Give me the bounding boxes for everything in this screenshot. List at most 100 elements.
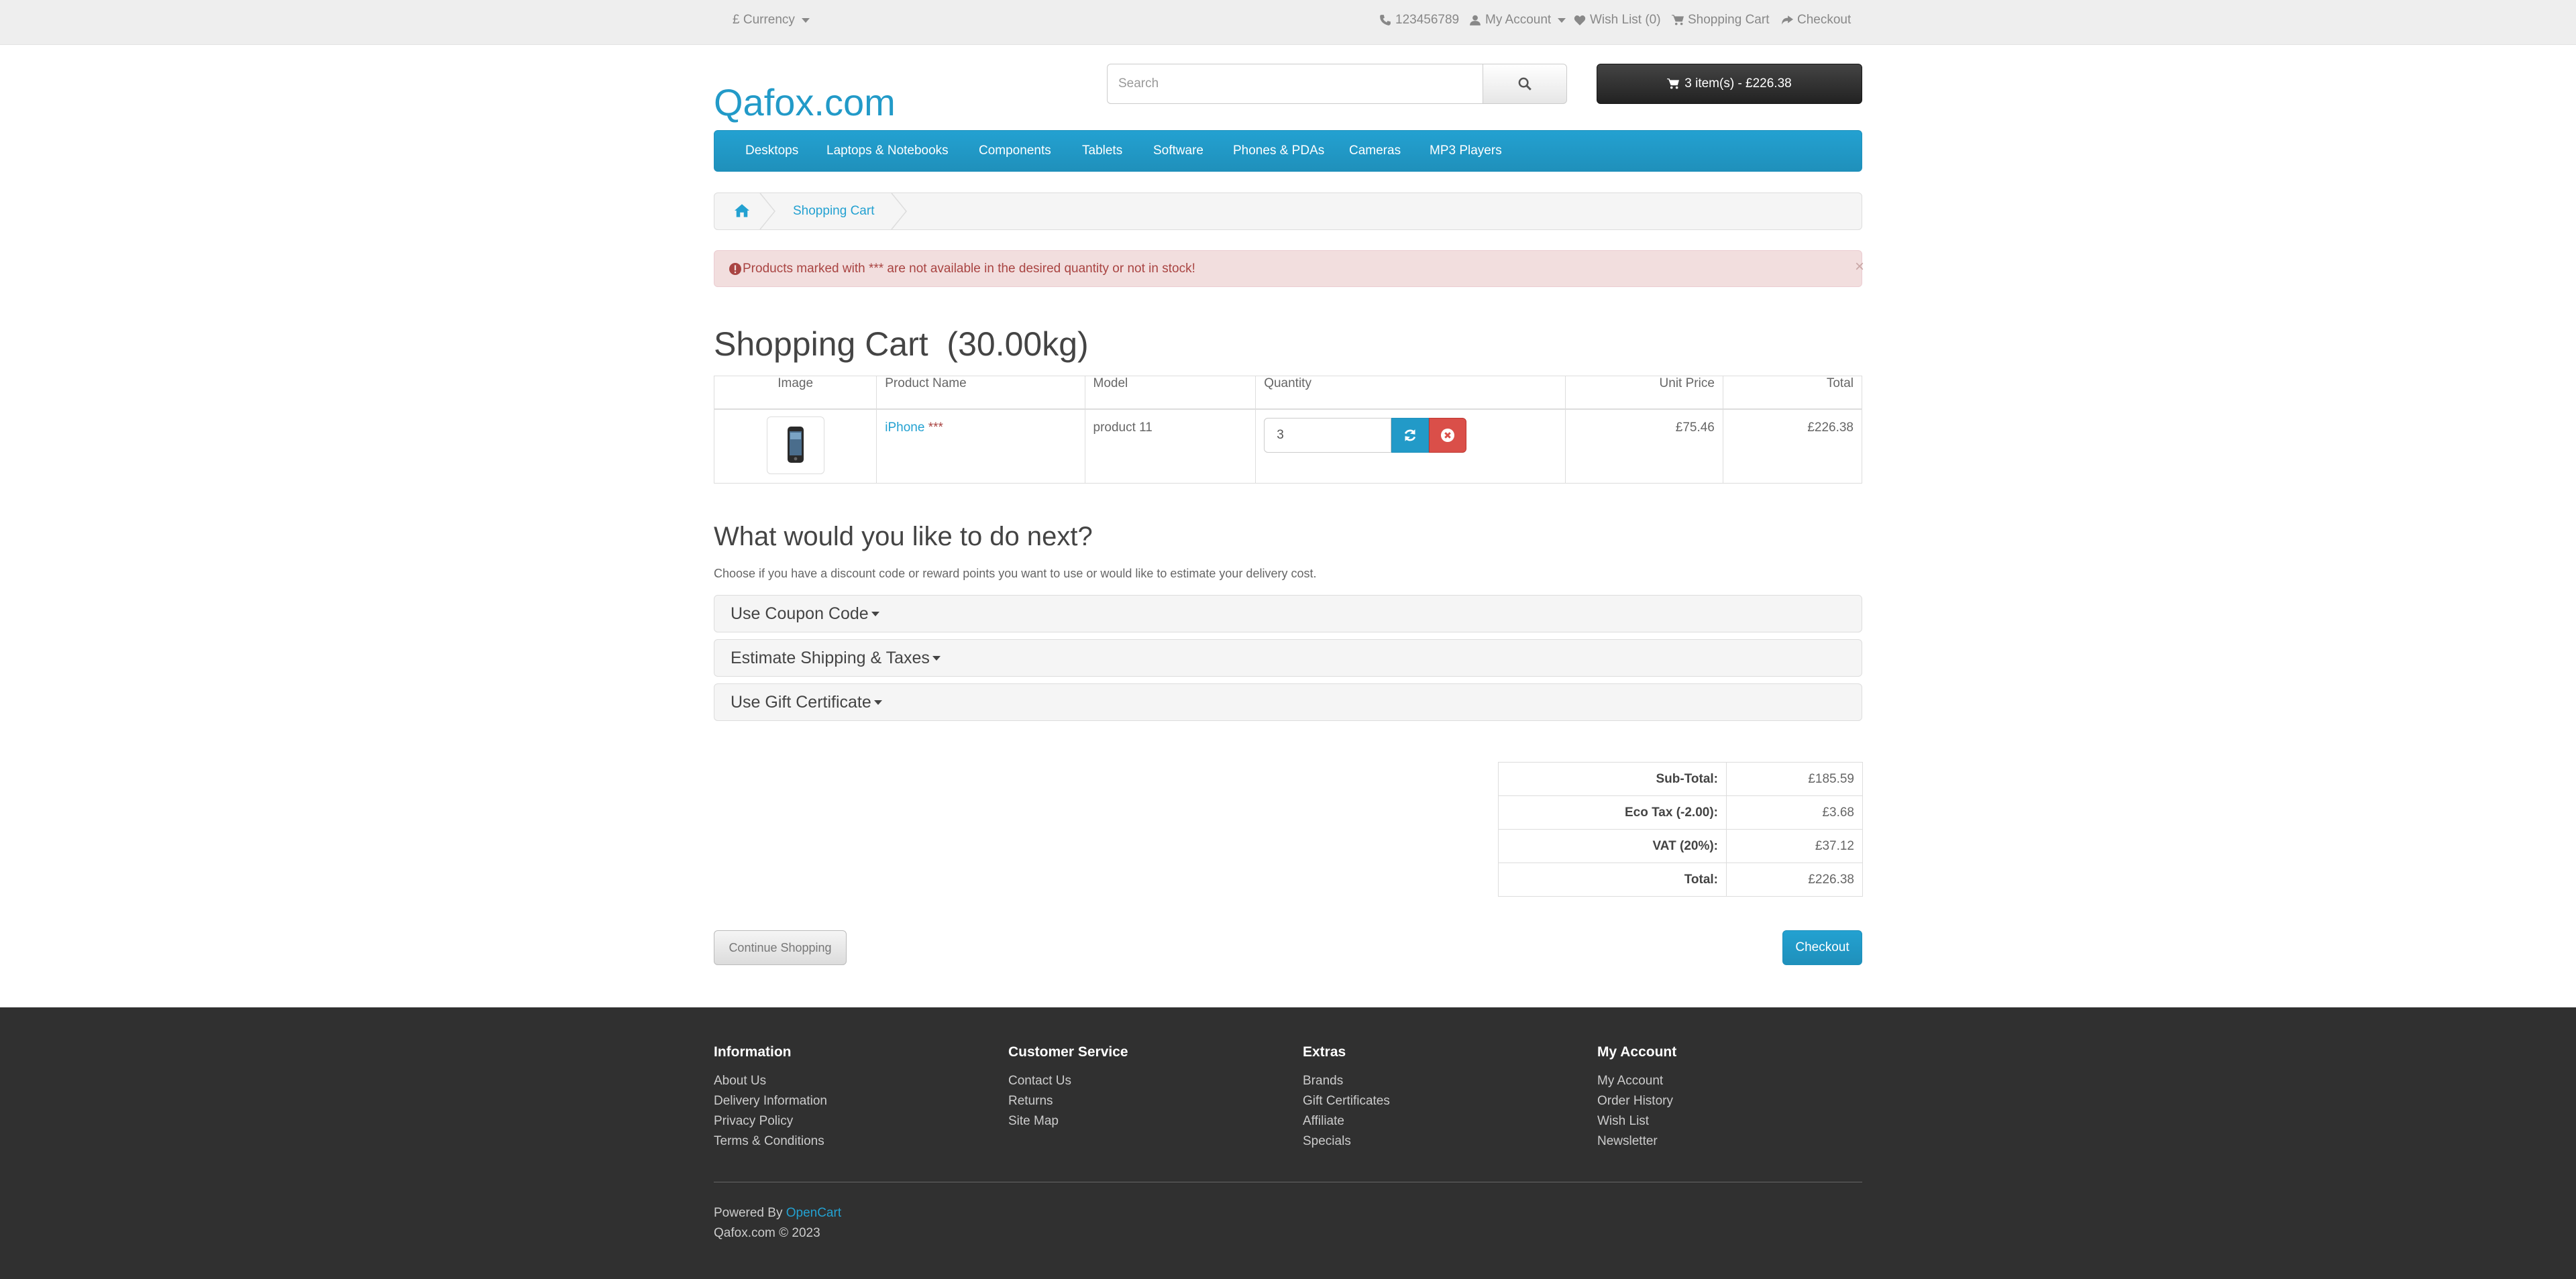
product-image-cell [713,408,877,484]
unit-price-cell: £75.46 [1564,408,1723,484]
cart-icon [1672,15,1684,25]
menu-item-desktops[interactable]: Desktops [745,144,798,158]
phone-label: 123456789 [1395,13,1460,27]
search-icon [1518,77,1532,91]
main-menu: Desktops Laptops & Notebooks Components … [714,130,1862,172]
remove-item-button[interactable] [1429,418,1467,453]
shipping-panel[interactable]: Estimate Shipping & Taxes [714,639,1862,677]
caret-down-icon [932,656,941,661]
shipping-panel-title[interactable]: Estimate Shipping & Taxes [731,649,941,668]
refresh-icon [1405,429,1416,441]
subtotal-row: Sub-Total: £185.59 [1498,762,1863,796]
vat-value: £37.12 [1726,829,1863,863]
gift-certificate-panel[interactable]: Use Gift Certificate [714,683,1862,721]
coupon-panel-title[interactable]: Use Coupon Code [731,604,879,624]
next-steps-title: What would you like to do next? [714,522,1093,551]
column-header-total: Total [1722,376,1863,410]
heart-icon [1574,15,1586,25]
model-cell: product 11 [1084,408,1256,484]
eco-tax-row: Eco Tax (-2.00): £3.68 [1498,795,1863,830]
subtotal-label: Sub-Total: [1498,762,1727,796]
next-steps-description: Choose if you have a discount code or re… [714,567,1317,580]
menu-item-mp3[interactable]: MP3 Players [1430,144,1502,158]
footer-link-privacy-policy[interactable]: Privacy Policy [714,1111,827,1131]
phone-link[interactable]: 123456789 [1379,13,1459,27]
stock-alert: Products marked with *** are not availab… [714,250,1864,287]
quantity-cell [1255,408,1566,484]
footer-link-gift-certificates[interactable]: Gift Certificates [1303,1091,1390,1111]
grand-total-value: £226.38 [1726,863,1863,897]
footer-link-contact-us[interactable]: Contact Us [1008,1071,1128,1091]
quantity-input[interactable] [1264,418,1392,453]
menu-item-laptops[interactable]: Laptops & Notebooks [826,144,949,158]
footer-link-terms[interactable]: Terms & Conditions [714,1131,827,1152]
shopping-cart-label: Shopping Cart [1688,13,1770,27]
user-icon [1470,15,1481,25]
grand-total-label: Total: [1498,863,1727,897]
site-logo[interactable]: Qafox.com [714,80,896,124]
wishlist-label: Wish List (0) [1590,13,1661,27]
share-icon [1782,15,1793,25]
footer-link-specials[interactable]: Specials [1303,1131,1390,1152]
top-bar: £ Currency 123456789 My Account Wish Lis… [0,0,2576,45]
footer-link-brands[interactable]: Brands [1303,1071,1390,1091]
footer-heading: Information [714,1044,792,1060]
page-title: Shopping Cart (30.00kg) [714,325,1089,363]
alert-close-button[interactable]: × [1855,258,1864,276]
update-quantity-button[interactable] [1391,418,1430,453]
search-input[interactable] [1107,64,1483,104]
table-header-row: Image Product Name Model Quantity Unit P… [713,376,1863,410]
breadcrumb-shopping-cart[interactable]: Shopping Cart [793,204,874,219]
caret-down-icon [871,612,879,616]
footer-link-affiliate[interactable]: Affiliate [1303,1111,1390,1131]
footer-link-returns[interactable]: Returns [1008,1091,1128,1111]
currency-dropdown[interactable]: £ Currency [733,13,810,27]
product-name-link[interactable]: iPhone [885,421,924,435]
alert-message: Products marked with *** are not availab… [743,262,1195,276]
footer-link-site-map[interactable]: Site Map [1008,1111,1128,1131]
stock-flag: *** [928,421,943,435]
home-icon [735,204,749,217]
my-account-label: My Account [1485,13,1552,27]
menu-item-cameras[interactable]: Cameras [1349,144,1401,158]
checkout-button[interactable]: Checkout [1782,930,1862,965]
caret-down-icon [1558,17,1566,23]
currency-label: £ Currency [733,13,795,27]
menu-item-phones[interactable]: Phones & PDAs [1233,144,1324,158]
column-header-image: Image [713,376,877,410]
powered-by: Powered By OpenCart [714,1206,841,1221]
footer-column-information: Information About Us Delivery Informatio… [714,1044,827,1152]
footer-link-order-history[interactable]: Order History [1597,1091,1676,1111]
caret-down-icon [801,17,810,23]
footer-link-my-account[interactable]: My Account [1597,1071,1676,1091]
checkout-link[interactable]: Checkout [1781,13,1851,27]
footer-link-newsletter[interactable]: Newsletter [1597,1131,1676,1152]
gift-certificate-panel-title[interactable]: Use Gift Certificate [731,693,882,712]
coupon-panel[interactable]: Use Coupon Code [714,595,1862,632]
cart-table: Image Product Name Model Quantity Unit P… [713,376,1863,484]
footer-link-wish-list[interactable]: Wish List [1597,1111,1676,1131]
column-header-unit-price: Unit Price [1564,376,1723,410]
cart-total-label: 3 item(s) - £226.38 [1684,76,1792,91]
cart-total-button[interactable]: 3 item(s) - £226.38 [1597,64,1862,104]
subtotal-value: £185.59 [1726,762,1863,796]
caret-down-icon [873,700,882,705]
menu-item-components[interactable]: Components [979,144,1051,158]
column-header-quantity: Quantity [1255,376,1566,410]
wishlist-link[interactable]: Wish List (0) [1574,13,1661,27]
breadcrumb-home[interactable] [735,204,749,221]
phone-icon [1380,15,1391,25]
opencart-link[interactable]: OpenCart [786,1206,841,1220]
footer-link-delivery-information[interactable]: Delivery Information [714,1091,827,1111]
search-button[interactable] [1483,64,1567,104]
product-thumbnail[interactable] [766,416,824,474]
column-header-product-name: Product Name [876,376,1085,410]
vat-label: VAT (20%): [1498,829,1727,863]
vat-row: VAT (20%): £37.12 [1498,829,1863,863]
my-account-dropdown[interactable]: My Account [1469,13,1566,27]
footer-link-about-us[interactable]: About Us [714,1071,827,1091]
menu-item-software[interactable]: Software [1153,144,1203,158]
menu-item-tablets[interactable]: Tablets [1082,144,1122,158]
shopping-cart-link[interactable]: Shopping Cart [1672,13,1769,27]
continue-shopping-button[interactable]: Continue Shopping [714,930,847,965]
